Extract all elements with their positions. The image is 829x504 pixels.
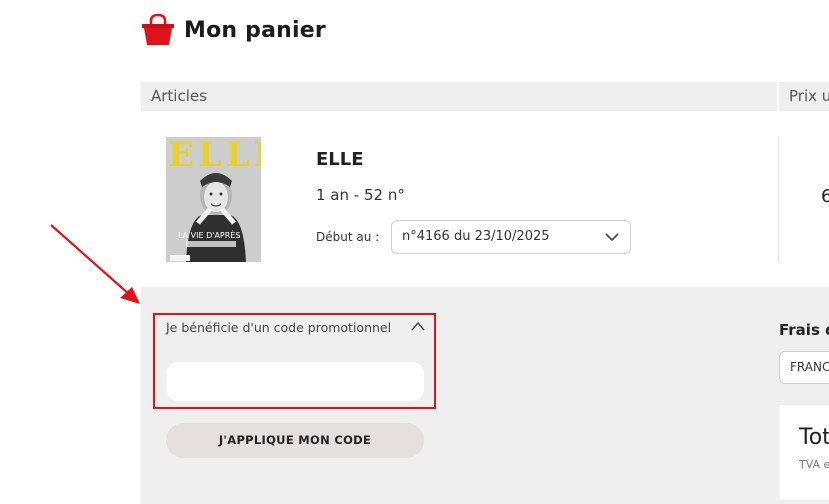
total-label: Tot xyxy=(799,425,829,450)
page-title: Mon panier xyxy=(184,17,326,43)
subscription-duration: 1 an - 52 n° xyxy=(316,186,405,204)
country-select[interactable]: FRANC xyxy=(779,351,829,384)
unit-price: 6 xyxy=(821,186,829,207)
product-name: ELLE xyxy=(316,149,364,170)
start-issue-select[interactable]: n°4166 du 23/10/2025 xyxy=(391,220,631,254)
shopping-bag-icon xyxy=(142,13,174,45)
chevron-up-icon[interactable] xyxy=(410,321,426,331)
column-divider xyxy=(778,136,779,262)
chevron-down-icon xyxy=(605,233,619,242)
promo-code-input[interactable] xyxy=(166,362,424,401)
vat-label: TVA e xyxy=(799,458,829,471)
annotation-arrow-icon xyxy=(50,224,140,304)
total-box: Tot TVA e xyxy=(779,405,829,500)
page-header: Mon panier xyxy=(140,6,326,54)
promo-code-toggle-label: Je bénéficie d'un code promotionnel xyxy=(166,320,392,335)
promo-code-toggle[interactable]: Je bénéficie d'un code promotionnel xyxy=(166,320,431,338)
column-header-price: Prix u xyxy=(779,82,829,111)
start-issue-value: n°4166 du 23/10/2025 xyxy=(402,229,550,244)
column-header-articles: Articles xyxy=(141,82,777,111)
magazine-cover-image: ELLE LA VIE D'APRÈS xyxy=(166,137,261,262)
cart-page: Mon panier Articles Prix u ELLE LA VIE D… xyxy=(0,0,829,504)
shipping-label: Frais d xyxy=(779,321,829,339)
start-issue-label: Début au : xyxy=(316,230,380,244)
cover-masthead: ELLE xyxy=(168,137,261,175)
cover-headline: LA VIE D'APRÈS xyxy=(178,231,241,240)
apply-code-button[interactable]: J'APPLIQUE MON CODE xyxy=(166,423,424,458)
